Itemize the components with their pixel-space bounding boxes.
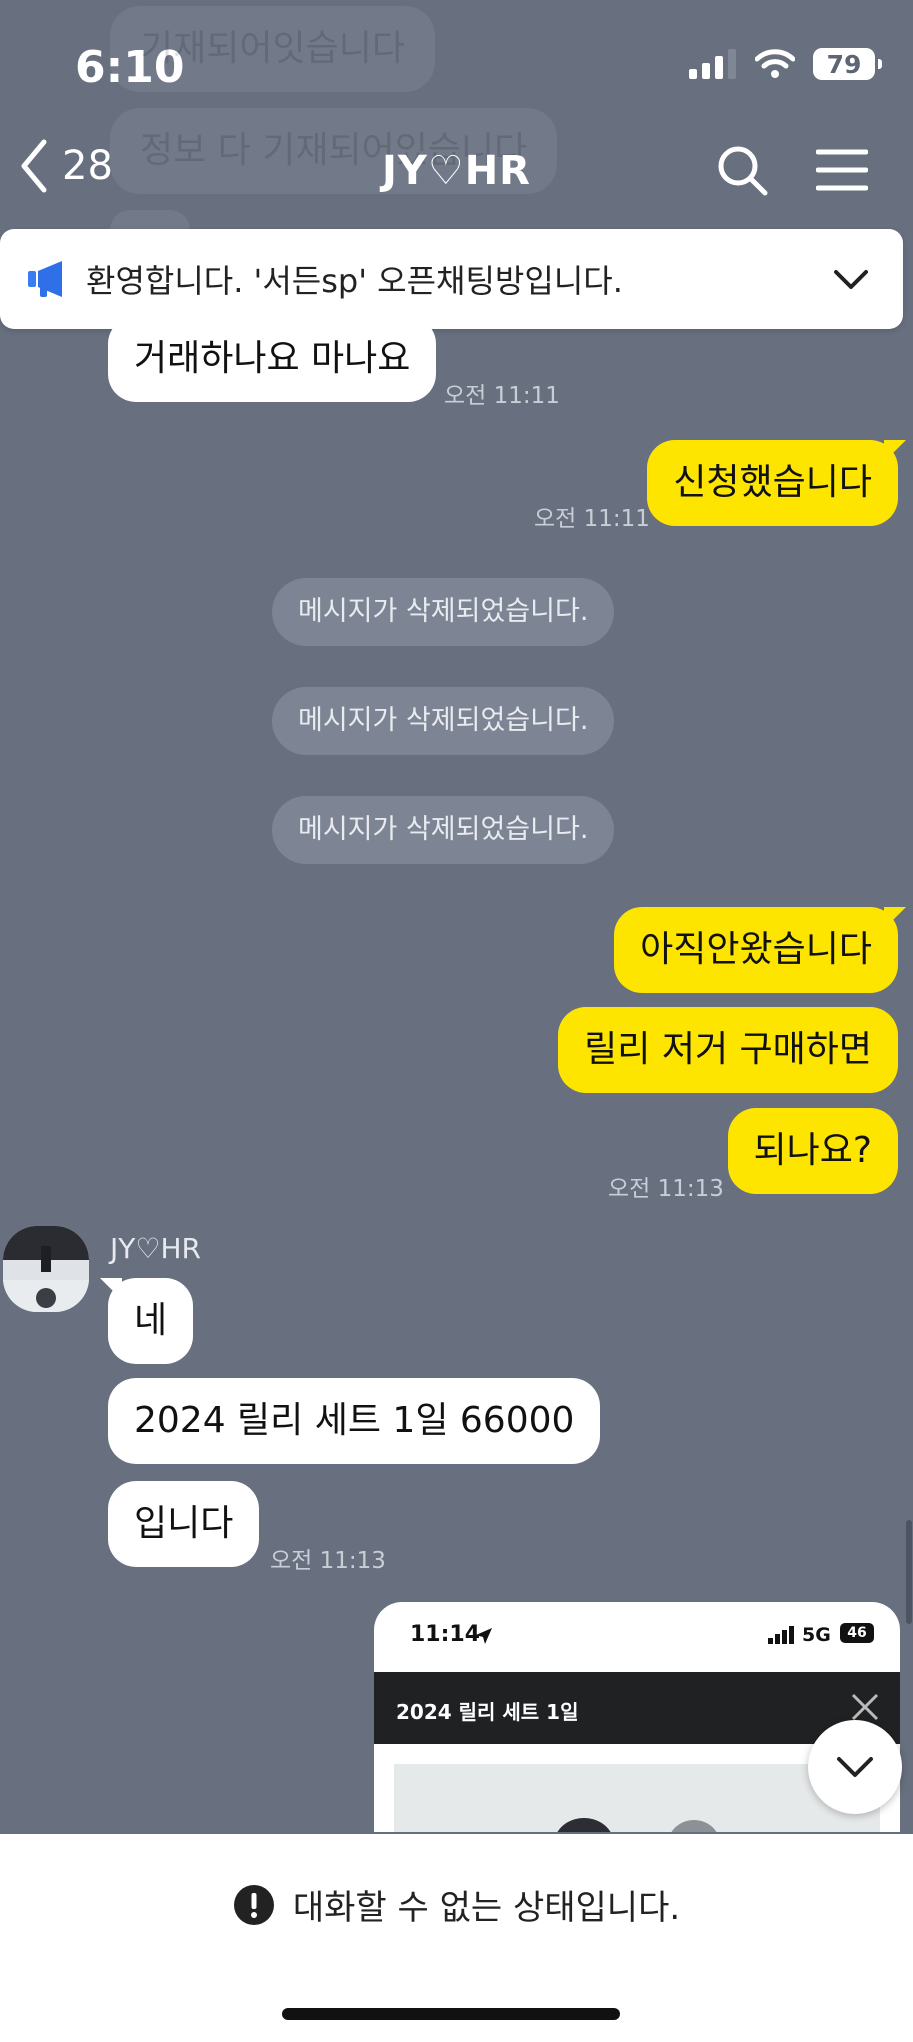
message-bubble[interactable]: 입니다 — [108, 1481, 260, 1567]
message-time: 오전 11:13 — [608, 1176, 724, 1202]
message-time: 오전 11:11 — [534, 506, 650, 532]
notice-banner[interactable]: 환영합니다. '서든sp' 오픈채팅방입니다. — [0, 229, 903, 329]
message-time: 오전 11:11 — [444, 383, 560, 409]
deleted-message-notice: 메시지가 삭제되었습니다. — [272, 687, 615, 755]
message-bubble[interactable]: 되나요? — [727, 1108, 898, 1194]
sender-name: JY♡HR — [110, 1232, 201, 1265]
input-area-disabled: 대화할 수 없는 상태입니다. — [0, 1834, 913, 2042]
message-text: 네 — [134, 1300, 168, 1341]
notice-text: 환영합니다. '서든sp' 오픈채팅방입니다. — [86, 262, 623, 300]
location-arrow-icon — [476, 1628, 492, 1644]
image-battery: 46 — [840, 1623, 874, 1643]
wifi-icon — [755, 49, 795, 78]
profile-photo-icon — [3, 1226, 89, 1312]
message-text: 아직안왔습니다 — [640, 929, 872, 970]
message-bubble[interactable]: 릴리 저거 구매하면 — [558, 1007, 898, 1093]
alert-icon — [233, 1884, 274, 1925]
home-indicator[interactable] — [282, 2008, 620, 2020]
signal-icon — [689, 49, 736, 79]
battery-icon: 79 — [813, 48, 882, 80]
bubble-tail — [884, 907, 906, 929]
deleted-message-notice: 메시지가 삭제되었습니다. — [272, 578, 615, 646]
message-text: 신청했습니다 — [673, 462, 872, 503]
chevron-down-icon — [837, 1757, 873, 1777]
battery-level: 79 — [826, 49, 862, 79]
image-signal-icon — [768, 1626, 794, 1644]
chat-title: JY♡HR — [382, 148, 531, 194]
status-icons: 79 — [689, 48, 882, 80]
image-photo-area — [394, 1764, 880, 1832]
bubble-tail — [884, 440, 906, 462]
image-network: 5G — [802, 1624, 831, 1646]
people-photo-icon — [557, 1818, 717, 1832]
chevron-down-icon — [834, 270, 868, 289]
menu-button[interactable] — [812, 140, 872, 200]
close-icon — [851, 1693, 879, 1721]
deleted-message-notice: 메시지가 삭제되었습니다. — [272, 796, 615, 864]
scroll-to-bottom-button[interactable] — [808, 1720, 902, 1814]
ghost-message: 기재되어잇습니다 — [110, 6, 435, 92]
scrollbar[interactable] — [906, 1520, 912, 1624]
search-icon — [718, 146, 768, 196]
message-bubble[interactable]: 2024 릴리 세트 1일 66000 — [108, 1378, 601, 1464]
avatar[interactable] — [3, 1226, 89, 1312]
image-title: 2024 릴리 세트 1일 — [396, 1700, 579, 1724]
disabled-notice: 대화할 수 없는 상태입니다. — [0, 1880, 913, 1929]
message-time: 오전 11:13 — [270, 1548, 386, 1574]
message-bubble[interactable]: 신청했습니다 — [647, 440, 906, 526]
search-button[interactable] — [712, 140, 772, 200]
disabled-text: 대화할 수 없는 상태입니다. — [292, 1888, 681, 1928]
message-bubble[interactable]: 아직안왔습니다 — [614, 907, 906, 993]
menu-icon — [816, 149, 868, 191]
megaphone-icon — [28, 261, 62, 297]
bubble-tail — [100, 1278, 122, 1300]
message-bubble[interactable]: 네 — [100, 1278, 194, 1364]
image-status-bar: 11:14 5G 46 — [374, 1602, 900, 1670]
image-status-time: 11:14 — [410, 1622, 481, 1647]
message-bubble[interactable]: 거래하나요 마나요 — [108, 316, 437, 402]
